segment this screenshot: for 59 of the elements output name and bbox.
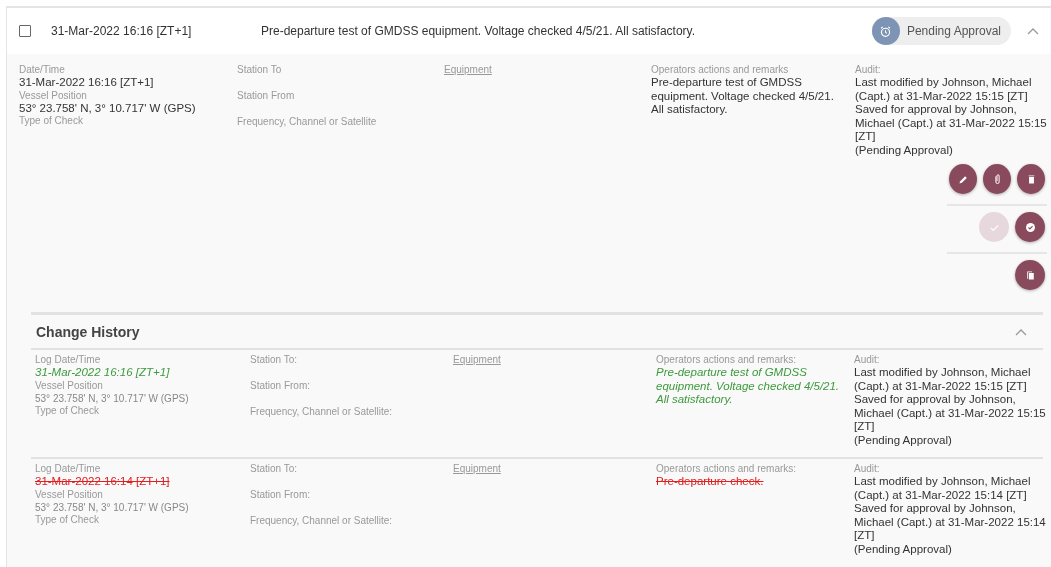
field-label: Station To: <box>250 463 298 475</box>
changed-value: Pre-departure check. <box>656 475 764 489</box>
entry-datetime: 31-Mar-2022 16:16 [ZT+1] <box>51 24 193 38</box>
collapse-chevron-icon[interactable] <box>1027 27 1039 35</box>
audit-text: Last modified by Johnson, Michael (Capt.) at 31-Mar-2022 15:15 [ZT] <box>855 76 1033 103</box>
field-label: Vessel Position <box>35 379 103 392</box>
equipment-link[interactable]: Equipment <box>444 64 492 76</box>
field-value: 53° 23.758' N, 3° 10.717' W (GPS) <box>35 391 189 405</box>
edit-button[interactable] <box>949 164 977 194</box>
field-label: Type of Check <box>35 513 99 526</box>
field-label: Station From: <box>250 489 311 501</box>
field-value: 53° 23.758' N, 3° 10.717' W (GPS) <box>19 101 196 115</box>
field-label: Type of Check <box>19 115 83 127</box>
field-label: Station From <box>237 90 295 102</box>
attach-button[interactable] <box>983 164 1011 194</box>
field-label: Station From: <box>250 380 311 392</box>
alarm-clock-icon <box>871 17 900 45</box>
section-title: Change History <box>36 323 140 340</box>
field-label: Frequency, Channel or Satellite: <box>250 406 393 418</box>
field-label: Audit: <box>855 64 881 76</box>
verify-button[interactable] <box>1015 212 1045 242</box>
changed-value: 31-Mar-2022 16:14 [ZT+1] <box>35 475 170 489</box>
audit-text: Saved for approval by Johnson, Michael (Capt.) at 31-Mar-2022 15:14 [ZT] <box>854 502 1046 543</box>
audit-text: Saved for approval by Johnson, Michael (Capt.) at 31-Mar-2022 15:15 [ZT] <box>854 393 1046 434</box>
collapse-chevron-icon[interactable] <box>1015 327 1027 336</box>
audit-text: (Pending Approval) <box>855 143 953 157</box>
remarks-text: Pre-departure test of GMDSS equipment. Voltage checked 4/5/21. All satisfactory. <box>651 76 835 117</box>
status-chip: Pending Approval <box>871 17 1011 45</box>
field-label: Station To: <box>250 354 298 366</box>
field-label: Station To <box>237 64 282 76</box>
audit-text: Saved for approval by Johnson, Michael (Capt.) at 31-Mar-2022 15:15 [ZT] <box>855 103 1047 144</box>
row-checkbox[interactable] <box>19 25 31 37</box>
field-label: Operators actions and remarks: <box>656 463 797 475</box>
audit-text: (Pending Approval) <box>854 542 952 556</box>
field-label: Vessel Position <box>19 89 87 102</box>
equipment-link[interactable]: Equipment <box>453 463 501 475</box>
field-label: Audit: <box>854 463 880 475</box>
copy-button[interactable] <box>1015 260 1045 290</box>
field-label: Operators actions and remarks: <box>656 354 797 366</box>
audit-text: (Pending Approval) <box>854 433 952 447</box>
field-label: Log Date/Time <box>35 354 101 366</box>
field-label: Vessel Position <box>35 488 103 501</box>
audit-text: Last modified by Johnson, Michael (Capt.) at 31-Mar-2022 15:14 [ZT] <box>854 475 1032 502</box>
field-label: Type of Check <box>35 404 99 417</box>
field-label: Frequency, Channel or Satellite: <box>250 515 393 527</box>
audit-text: Last modified by Johnson, Michael (Capt.) at 31-Mar-2022 15:15 [ZT] <box>854 366 1032 393</box>
entry-summary: Pre-departure test of GMDSS equipment. Voltage checked 4/5/21. All satisfactory. <box>261 24 696 38</box>
field-value: 53° 23.758' N, 3° 10.717' W (GPS) <box>35 500 189 514</box>
field-label: Audit: <box>854 354 880 366</box>
delete-button[interactable] <box>1017 164 1045 194</box>
field-label: Date/Time <box>19 64 65 76</box>
check-badge-icon <box>1023 220 1037 234</box>
equipment-link[interactable]: Equipment <box>453 354 501 366</box>
field-label: Frequency, Channel or Satellite <box>237 116 377 128</box>
changed-value: Pre-departure test of GMDSS equipment. Voltage checked 4/5/21. All satisfactory. <box>656 366 841 407</box>
changed-value: 31-Mar-2022 16:16 [ZT+1] <box>35 366 170 380</box>
field-label: Operators actions and remarks <box>651 64 789 76</box>
field-value: 31-Mar-2022 16:16 [ZT+1] <box>19 76 154 90</box>
field-label: Log Date/Time <box>35 463 101 475</box>
